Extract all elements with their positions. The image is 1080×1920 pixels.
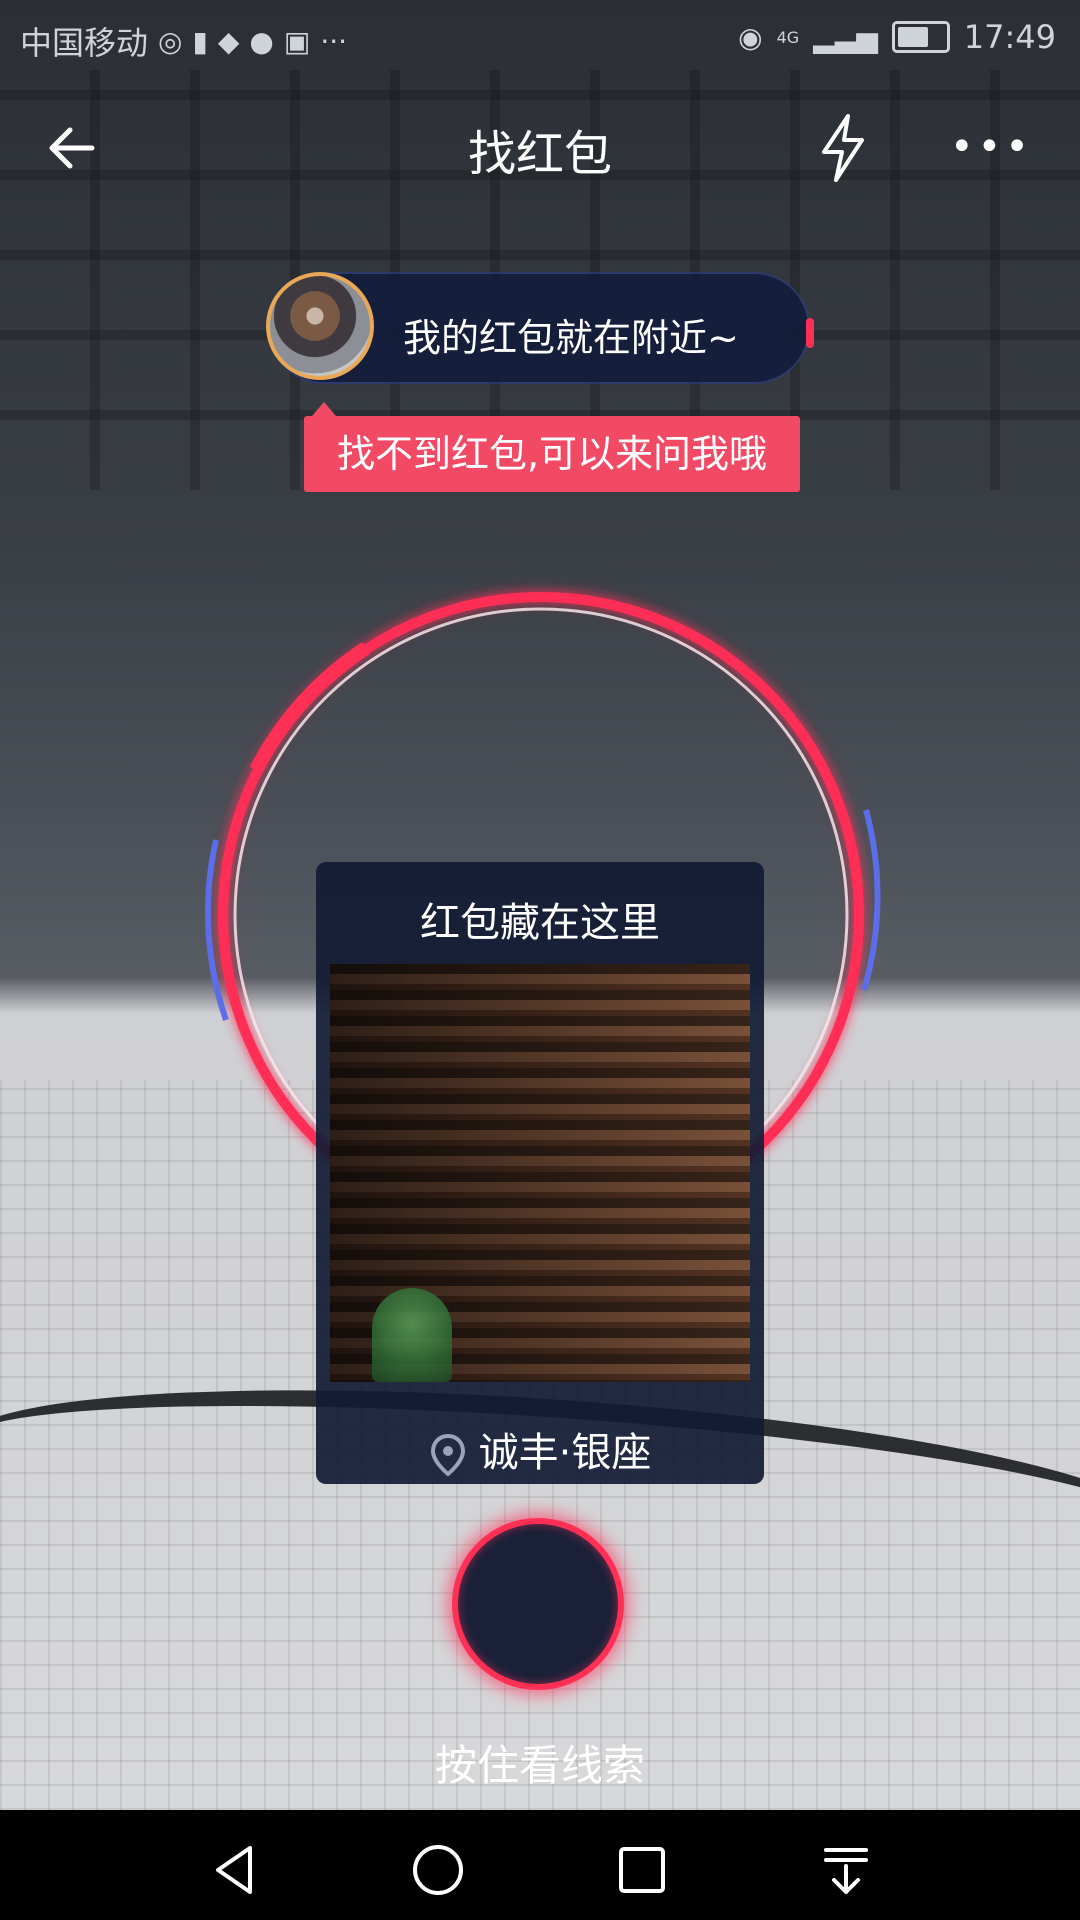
top-nav: 找红包 ••• [0, 104, 1080, 188]
hold-clue-label: 按住看线索 [434, 1741, 645, 1790]
status-right: ◉ 4G ▂▃▅ 17:49 [738, 18, 1056, 56]
location-pin-icon [430, 1433, 465, 1477]
more-notifications-icon: ··· [320, 24, 348, 58]
hold-clue-button[interactable] [452, 1518, 624, 1690]
chat-icon: ● [249, 24, 274, 58]
clock: 17:49 [963, 18, 1056, 56]
network-type: 4G [776, 27, 800, 47]
scanner-arc-right [861, 809, 881, 991]
bubble-message: 我的红包就在附近~ [403, 316, 739, 360]
triangle-back-icon[interactable] [204, 1840, 264, 1900]
status-bar: 中国移动 ◎ ▮ ◆ ● ▣ ··· ◉ 4G ▂▃▅ 17:49 [0, 0, 1080, 72]
photo-plant [372, 1288, 452, 1382]
battery-icon [891, 21, 950, 53]
hint-tag[interactable]: 找不到红包,可以来问我哦 [304, 402, 800, 492]
signal-icon: ▂▃▅ [813, 20, 878, 54]
eye-comfort-icon: ◉ [738, 20, 763, 54]
system-nav-bar [0, 1810, 1080, 1920]
status-left: 中国移动 ◎ ▮ ◆ ● ▣ ··· [20, 18, 347, 64]
carrier-label: 中国移动 [20, 24, 149, 62]
bubble-accent-mark [806, 318, 814, 348]
location-name: 诚丰·银座 [478, 1430, 652, 1476]
circle-home-icon[interactable] [408, 1840, 468, 1900]
scanner-arc-top-left [249, 642, 370, 774]
avatar[interactable] [266, 272, 374, 380]
location-row: 诚丰·银座 [316, 1420, 764, 1477]
more-dots-icon[interactable]: ••• [950, 124, 1029, 174]
square-recent-icon[interactable] [612, 1840, 672, 1900]
map-icon: ◆ [217, 24, 240, 58]
pull-down-icon[interactable] [816, 1840, 876, 1900]
page-title: 找红包 [467, 126, 612, 182]
huawei-icon: ▣ [283, 24, 311, 58]
card-title: 红包藏在这里 [420, 900, 660, 946]
netease-icon: ◎ [158, 24, 183, 58]
battery-alert-icon: ▮ [192, 24, 208, 58]
lightning-icon[interactable] [812, 112, 874, 184]
